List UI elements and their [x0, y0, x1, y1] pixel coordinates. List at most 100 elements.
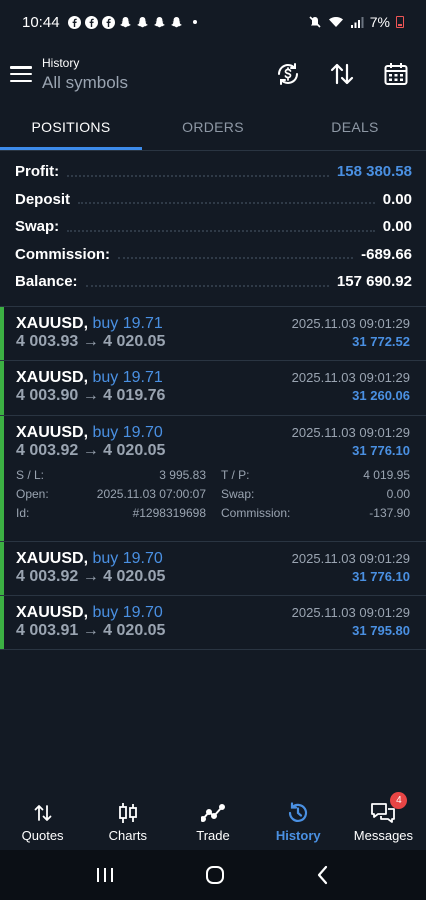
- snapchat-icon: [136, 16, 148, 27]
- sort-arrows-icon: [330, 63, 354, 85]
- notification-icons: [67, 15, 197, 29]
- mute-icon: [309, 16, 321, 28]
- snapchat-icon: [153, 16, 165, 27]
- tab-orders[interactable]: ORDERS: [142, 104, 284, 150]
- summary-value: 157 690.92: [336, 273, 412, 291]
- summary-label: Profit:: [15, 163, 60, 181]
- status-bar: 10:44 7%: [0, 0, 426, 44]
- back-icon[interactable]: [315, 865, 331, 885]
- dotted-leader: [67, 229, 375, 232]
- position-time: 2025.11.03 09:01:29: [291, 370, 410, 385]
- sl-label: S / L:: [16, 468, 45, 482]
- position-side-volume: buy 19.71: [92, 369, 163, 386]
- position-time: 2025.11.03 09:01:29: [291, 425, 410, 440]
- facebook-icon: [101, 15, 115, 29]
- nav-charts[interactable]: Charts: [85, 792, 170, 850]
- position-side-volume: buy 19.70: [92, 424, 163, 441]
- wifi-icon: [328, 17, 343, 27]
- dotted-leader: [118, 257, 354, 260]
- facebook-icon: [84, 15, 98, 29]
- commission-value: -137.90: [369, 506, 410, 520]
- position-item[interactable]: XAUUSD, buy 19.71 2025.11.03 09:01:29 4 …: [0, 307, 426, 361]
- currency-exchange-button[interactable]: [274, 60, 302, 88]
- system-navigation-bar: [0, 850, 426, 900]
- tab-positions[interactable]: POSITIONS: [0, 104, 142, 150]
- position-item-expanded[interactable]: XAUUSD, buy 19.70 2025.11.03 09:01:29 4 …: [0, 416, 426, 542]
- position-profit: 31 795.80: [352, 623, 410, 638]
- summary-value: 0.00: [382, 218, 412, 236]
- recent-apps-icon[interactable]: [95, 866, 115, 884]
- header-title-block[interactable]: History All symbols: [42, 56, 128, 93]
- position-item[interactable]: XAUUSD, buy 19.70 2025.11.03 09:01:29 4 …: [0, 596, 426, 650]
- sort-button[interactable]: [328, 60, 356, 88]
- more-notifications-dot: [192, 20, 197, 24]
- tab-bar: POSITIONS ORDERS DEALS: [0, 104, 426, 150]
- position-symbol: XAUUSD,: [16, 424, 89, 441]
- summary-label: Swap:: [15, 218, 60, 236]
- summary-row-balance: Balance: 157 690.92: [15, 268, 412, 296]
- id-label: Id:: [16, 506, 30, 520]
- position-symbol: XAUUSD,: [16, 550, 89, 567]
- battery-icon: [396, 16, 404, 28]
- summary-value: -689.66: [361, 245, 412, 263]
- nav-trade[interactable]: Trade: [170, 792, 255, 850]
- summary-label: Deposit: [15, 190, 71, 208]
- position-symbol: XAUUSD,: [16, 369, 89, 386]
- position-symbol: XAUUSD,: [16, 315, 89, 332]
- nav-history[interactable]: History: [256, 792, 341, 850]
- sl-value: 3 995.83: [159, 468, 206, 482]
- position-prices: 4 003.91 → 4 020.05: [16, 622, 166, 639]
- commission-label: Commission:: [221, 506, 291, 520]
- tp-value: 4 019.95: [363, 468, 410, 482]
- snapchat-icon: [119, 16, 131, 27]
- calendar-button[interactable]: [382, 60, 410, 88]
- calendar-icon: [384, 63, 408, 85]
- nav-messages[interactable]: 4 Messages: [341, 792, 426, 850]
- position-details: S / L: 3 995.83 T / P: 4 019.95 Open: 20…: [16, 460, 410, 520]
- position-side-volume: buy 19.71: [92, 315, 163, 332]
- open-label: Open:: [16, 487, 49, 501]
- position-profit: 31 772.52: [352, 334, 410, 349]
- nav-label: Charts: [108, 827, 147, 843]
- summary-label: Commission:: [15, 245, 111, 263]
- open-value: 2025.11.03 07:00:07: [96, 487, 206, 501]
- position-prices: 4 003.90 → 4 019.76: [16, 387, 166, 404]
- battery-percent: 7%: [369, 14, 390, 30]
- nav-label: History: [275, 827, 321, 843]
- nav-label: Trade: [196, 827, 230, 843]
- position-item[interactable]: XAUUSD, buy 19.71 2025.11.03 09:01:29 4 …: [0, 361, 426, 416]
- position-prices: 4 003.93 → 4 020.05: [16, 333, 166, 350]
- position-prices: 4 003.92 → 4 020.05: [16, 568, 166, 585]
- positions-list: XAUUSD, buy 19.71 2025.11.03 09:01:29 4 …: [0, 307, 426, 650]
- snapchat-icon: [170, 16, 182, 27]
- position-symbol: XAUUSD,: [16, 604, 89, 621]
- summary-row-deposit: Deposit 0.00: [15, 186, 412, 214]
- position-profit: 31 776.10: [352, 569, 410, 584]
- tabs-divider: [0, 150, 426, 151]
- status-time: 10:44: [22, 13, 60, 31]
- position-time: 2025.11.03 09:01:29: [291, 316, 410, 331]
- position-profit: 31 260.06: [352, 388, 410, 403]
- trend-line-icon: [201, 803, 225, 822]
- candlestick-icon: [118, 802, 137, 823]
- home-icon[interactable]: [204, 864, 226, 886]
- nav-quotes[interactable]: Quotes: [0, 792, 85, 850]
- position-profit: 31 776.10: [352, 443, 410, 458]
- nav-label: Messages: [353, 827, 414, 843]
- dotted-leader: [67, 174, 329, 177]
- header-subtitle: History: [42, 55, 80, 70]
- up-down-arrows-icon: [34, 804, 51, 821]
- swap-label: Swap:: [221, 487, 255, 501]
- history-clock-icon: [289, 801, 308, 822]
- position-item[interactable]: XAUUSD, buy 19.70 2025.11.03 09:01:29 4 …: [0, 542, 426, 596]
- tab-deals[interactable]: DEALS: [284, 104, 426, 150]
- unread-badge: 4: [390, 792, 408, 809]
- page-title: All symbols: [42, 72, 128, 92]
- summary-value: 158 380.58: [336, 163, 412, 181]
- hamburger-menu-icon[interactable]: [10, 66, 32, 82]
- summary-label: Balance:: [15, 273, 78, 291]
- position-side-volume: buy 19.70: [92, 550, 163, 567]
- swap-value: 0.00: [386, 487, 410, 501]
- facebook-icon: [67, 15, 81, 29]
- position-prices: 4 003.92 → 4 020.05: [16, 442, 166, 459]
